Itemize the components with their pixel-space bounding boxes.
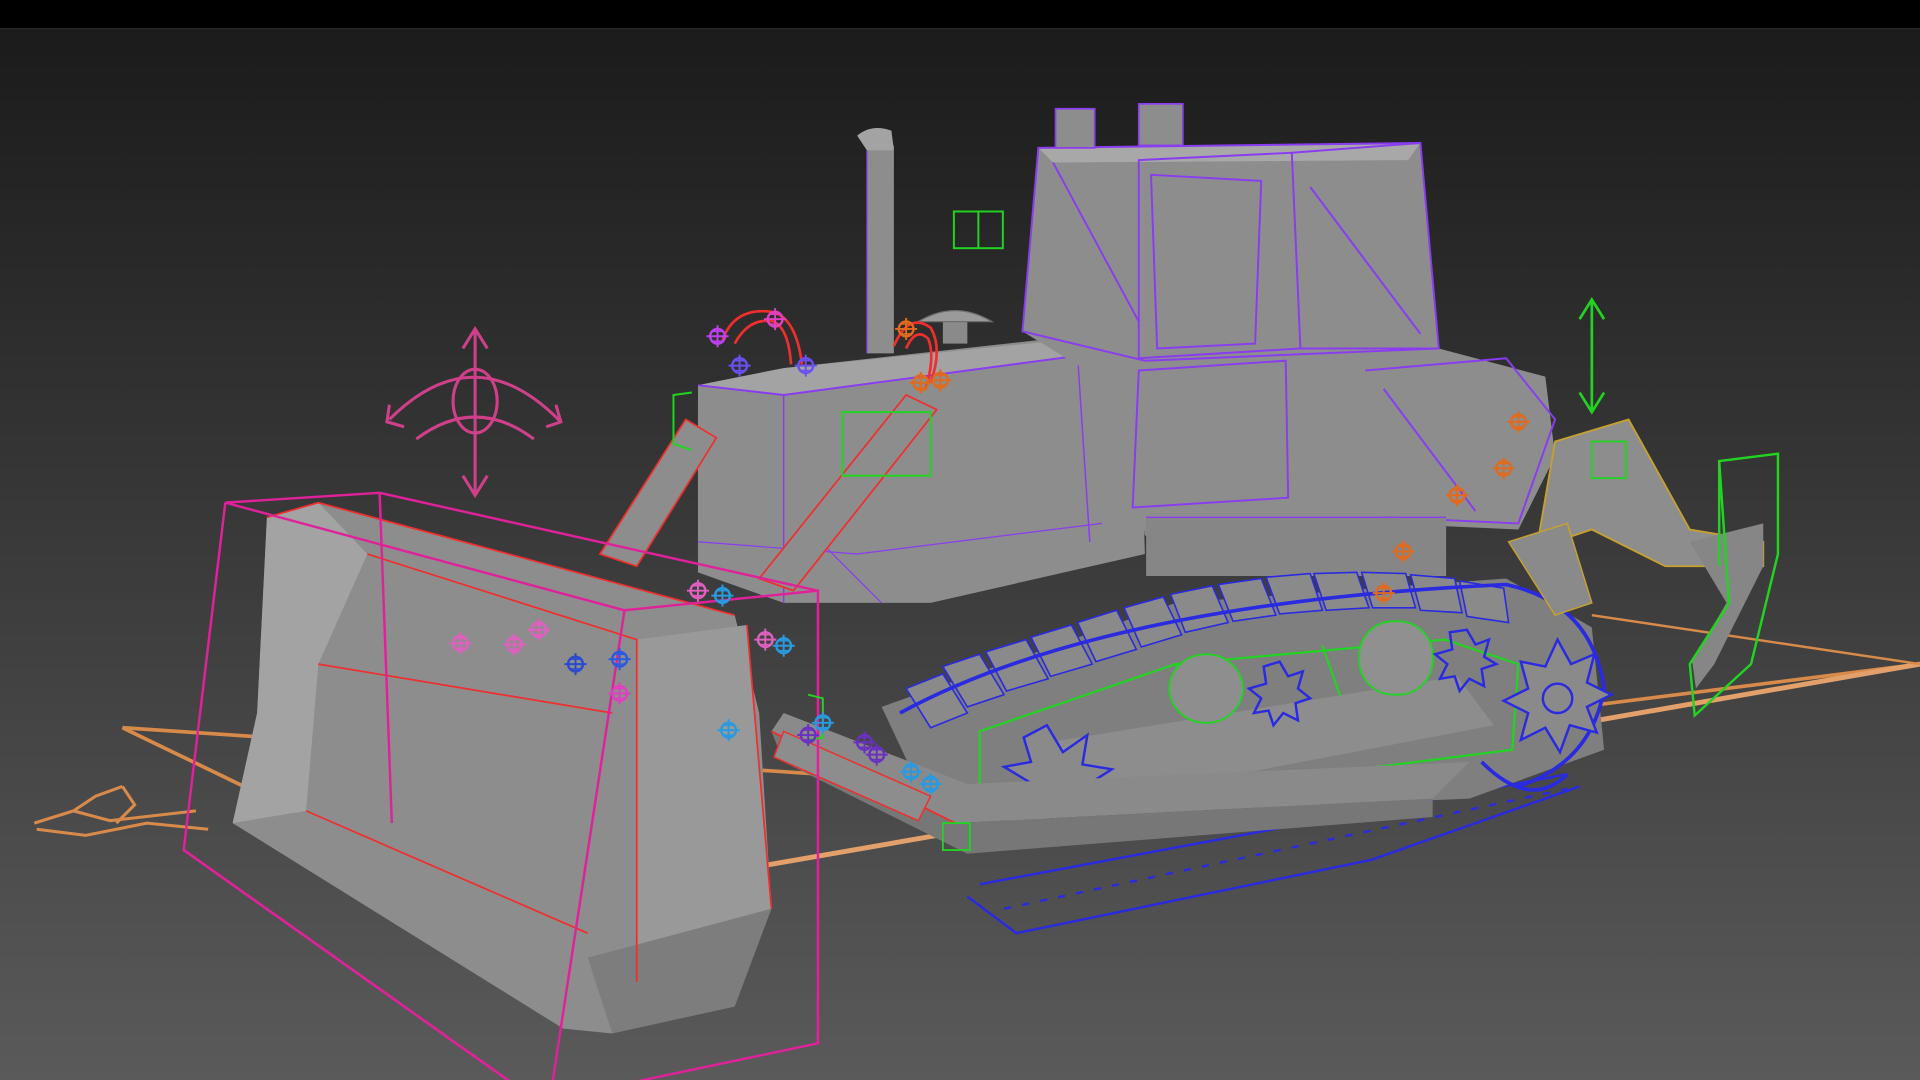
road-wheel[interactable]: [1168, 653, 1244, 724]
3d-viewport[interactable]: [0, 28, 1920, 1080]
scene-render[interactable]: [0, 28, 1920, 1080]
